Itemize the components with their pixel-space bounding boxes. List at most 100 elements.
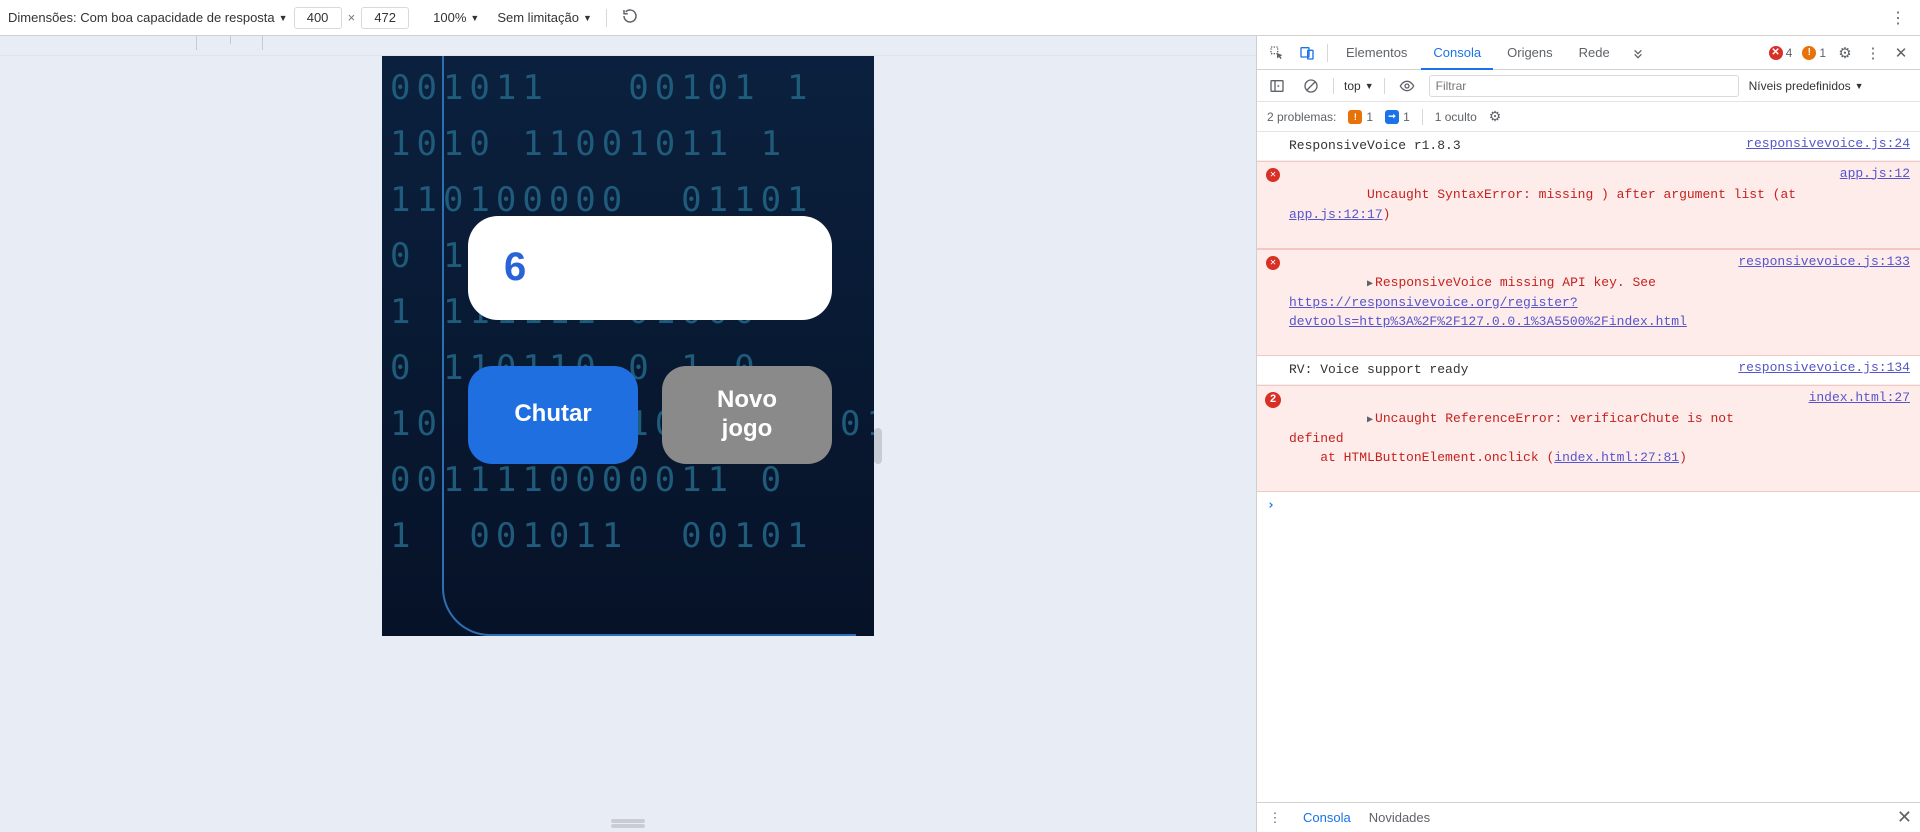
- warning-icon: !: [1348, 110, 1362, 124]
- device-viewport: 001011 00101 1 1010 11001011 1 110100000…: [0, 36, 1256, 832]
- log-row: ResponsiveVoice r1.8.3 responsivevoice.j…: [1257, 132, 1920, 161]
- hidden-issues-link[interactable]: 1 oculto: [1435, 110, 1477, 124]
- resize-handle-icon[interactable]: [611, 824, 645, 828]
- log-levels-dropdown[interactable]: Níveis predefinidos ▼: [1749, 79, 1864, 93]
- log-message: ▶ResponsiveVoice missing API key. See ht…: [1289, 254, 1714, 352]
- log-message: ▶Uncaught ReferenceError: verificarChute…: [1289, 390, 1785, 488]
- dimensions-label: Dimensões: Com boa capacidade de respost…: [8, 10, 275, 25]
- devtools-tabs: Elementos Consola Origens Rede ✕ 4 ! 1 ⚙…: [1257, 36, 1920, 70]
- guess-input[interactable]: [468, 216, 832, 320]
- log-row: ✕ Uncaught SyntaxError: missing ) after …: [1257, 161, 1920, 249]
- tab-sources[interactable]: Origens: [1495, 36, 1565, 69]
- live-expression-icon[interactable]: [1395, 74, 1419, 98]
- source-link[interactable]: responsivevoice.js:24: [1746, 136, 1910, 151]
- log-text: Uncaught SyntaxError: missing ) after ar…: [1367, 187, 1804, 202]
- rotate-icon[interactable]: [621, 7, 639, 28]
- error-icon: ✕: [1266, 168, 1280, 182]
- tab-console[interactable]: Consola: [1421, 36, 1493, 70]
- warn-count-badge[interactable]: ! 1: [1798, 46, 1830, 60]
- dimensions-dropdown[interactable]: Dimensões: Com boa capacidade de respost…: [8, 10, 288, 25]
- source-link[interactable]: app.js:12: [1840, 166, 1910, 181]
- inspect-icon[interactable]: [1263, 39, 1291, 67]
- error-count: 4: [1786, 46, 1793, 60]
- app-screen: 001011 00101 1 1010 11001011 1 110100000…: [382, 56, 874, 636]
- throttle-dropdown[interactable]: Sem limitação ▼: [497, 10, 592, 25]
- divider: [1384, 78, 1385, 94]
- ruler: [0, 36, 1256, 56]
- times-separator: ×: [348, 10, 356, 25]
- log-text: ): [1679, 450, 1687, 465]
- log-row: ✕ ▶ResponsiveVoice missing API key. See …: [1257, 249, 1920, 357]
- expand-icon[interactable]: ▶: [1367, 413, 1373, 428]
- log-message: ResponsiveVoice r1.8.3: [1289, 136, 1722, 156]
- warn-count: 1: [1819, 46, 1826, 60]
- divider: [1422, 109, 1423, 125]
- console-log-list[interactable]: ResponsiveVoice r1.8.3 responsivevoice.j…: [1257, 132, 1920, 802]
- main-split: 001011 00101 1 1010 11001011 1 110100000…: [0, 36, 1920, 832]
- settings-icon[interactable]: ⚙: [1832, 44, 1858, 62]
- source-link[interactable]: responsivevoice.js:133: [1738, 254, 1910, 269]
- scrollbar-thumb[interactable]: [874, 428, 882, 464]
- drawer-tab-console[interactable]: Consola: [1303, 810, 1351, 825]
- console-toolbar: top ▼ Níveis predefinidos ▼: [1257, 70, 1920, 102]
- device-toggle-icon[interactable]: [1293, 39, 1321, 67]
- devtools-menu-icon[interactable]: ⋮: [1860, 44, 1886, 62]
- error-count-badge: 2: [1265, 392, 1281, 408]
- inline-link[interactable]: https://responsivevoice.org/register?dev…: [1289, 295, 1687, 330]
- device-toolbar: Dimensões: Com boa capacidade de respost…: [0, 0, 1920, 36]
- device-frame: 001011 00101 1 1010 11001011 1 110100000…: [382, 56, 874, 832]
- log-text: ): [1383, 207, 1391, 222]
- drawer-close-icon[interactable]: ✕: [1897, 807, 1912, 828]
- chevron-down-icon: ▼: [470, 13, 479, 23]
- height-input[interactable]: [361, 7, 409, 29]
- inline-link[interactable]: app.js:12:17: [1289, 207, 1383, 222]
- chutar-button[interactable]: Chutar: [468, 366, 638, 464]
- sidebar-toggle-icon[interactable]: [1265, 74, 1289, 98]
- novo-jogo-button[interactable]: Novo jogo: [662, 366, 832, 464]
- divider: [1327, 44, 1328, 62]
- width-input[interactable]: [294, 7, 342, 29]
- drawer-tab-news[interactable]: Novidades: [1369, 810, 1430, 825]
- issues-bar: 2 problemas: ! 1 ➞ 1 1 oculto ⚙: [1257, 102, 1920, 132]
- console-prompt[interactable]: ›: [1257, 492, 1920, 519]
- drawer-menu-icon[interactable]: ⋮: [1265, 810, 1285, 826]
- info-icon: ➞: [1385, 110, 1399, 124]
- expand-icon[interactable]: ▶: [1367, 277, 1373, 292]
- game-panel: Chutar Novo jogo: [442, 56, 856, 636]
- inline-link[interactable]: index.html:27:81: [1554, 450, 1679, 465]
- divider: [1333, 78, 1334, 94]
- source-link[interactable]: responsivevoice.js:134: [1738, 360, 1910, 375]
- issues-warn-count: 1: [1366, 110, 1373, 124]
- levels-label: Níveis predefinidos: [1749, 79, 1851, 93]
- clear-console-icon[interactable]: [1299, 74, 1323, 98]
- context-label: top: [1344, 79, 1361, 93]
- issues-label: 2 problemas:: [1267, 110, 1336, 124]
- warning-icon: !: [1802, 46, 1816, 60]
- zoom-dropdown[interactable]: 100% ▼: [433, 10, 479, 25]
- chevron-down-icon: ▼: [1365, 81, 1374, 91]
- context-dropdown[interactable]: top ▼: [1344, 79, 1374, 93]
- chevron-down-icon: ▼: [279, 13, 288, 23]
- tab-elements[interactable]: Elementos: [1334, 36, 1419, 69]
- error-icon: ✕: [1266, 256, 1280, 270]
- tab-network[interactable]: Rede: [1567, 36, 1622, 69]
- log-message: Uncaught SyntaxError: missing ) after ar…: [1289, 166, 1816, 244]
- issues-warn-chip[interactable]: ! 1: [1348, 110, 1373, 124]
- chevron-down-icon: ▼: [1855, 81, 1864, 91]
- log-row: RV: Voice support ready responsivevoice.…: [1257, 356, 1920, 385]
- close-icon[interactable]: ✕: [1888, 44, 1914, 62]
- zoom-label: 100%: [433, 10, 466, 25]
- source-link[interactable]: index.html:27: [1809, 390, 1910, 405]
- throttle-label: Sem limitação: [497, 10, 579, 25]
- device-toolbar-menu-icon[interactable]: ⋮: [1884, 8, 1912, 28]
- divider: [606, 9, 607, 27]
- filter-input[interactable]: [1429, 75, 1739, 97]
- issues-info-count: 1: [1403, 110, 1410, 124]
- log-row: 2 ▶Uncaught ReferenceError: verificarChu…: [1257, 385, 1920, 493]
- error-count-badge[interactable]: ✕ 4: [1765, 46, 1797, 60]
- viewport-scrollbar[interactable]: [874, 56, 884, 832]
- issues-settings-icon[interactable]: ⚙: [1489, 108, 1502, 125]
- prompt-chevron-icon: ›: [1267, 498, 1275, 513]
- issues-info-chip[interactable]: ➞ 1: [1385, 110, 1410, 124]
- more-tabs-icon[interactable]: [1624, 39, 1652, 67]
